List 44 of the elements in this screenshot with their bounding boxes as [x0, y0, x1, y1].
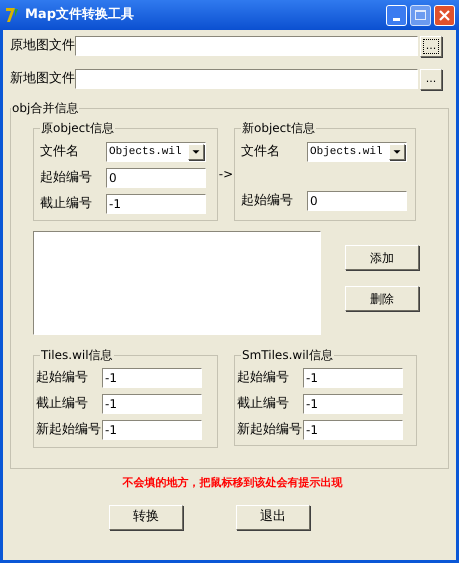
input-field[interactable]: -1 [102, 368, 202, 388]
input-field[interactable]: -1 [102, 420, 202, 440]
field-label: 文件名 [241, 143, 281, 162]
list-action-button[interactable]: 删除 [345, 286, 419, 311]
field-label: 截止编号 [40, 195, 93, 214]
field-label: 新起始编号 [36, 421, 102, 440]
field-label: 新起始编号 [237, 421, 303, 440]
action-button[interactable]: 退出 [236, 504, 310, 530]
field-label: 原地图文件 [10, 37, 75, 56]
field-label: 起始编号 [40, 169, 93, 188]
group-title: 原object信息 [40, 120, 115, 137]
maximize-button[interactable] [410, 4, 431, 26]
close-button[interactable] [434, 4, 455, 26]
group-title: SmTiles.wil信息 [241, 347, 334, 364]
action-button[interactable]: 转换 [109, 504, 183, 530]
field-label: 起始编号 [237, 369, 290, 388]
input-field[interactable]: -1 [106, 194, 206, 214]
group-title: Tiles.wil信息 [40, 347, 114, 364]
file-dropdown[interactable]: Objects.wil [307, 142, 407, 162]
field-label: 起始编号 [36, 369, 89, 388]
file-dropdown[interactable]: Objects.wil [106, 142, 206, 162]
hint-text: 不会填的地方，把鼠标移到该处会有提示出现 [122, 475, 344, 491]
group-title: obj合并信息 [11, 100, 80, 117]
browse-button[interactable]: ... [420, 36, 442, 56]
close-icon [439, 10, 450, 20]
field-label: 截止编号 [237, 395, 290, 414]
list-action-button[interactable]: 添加 [345, 245, 419, 270]
minimize-button[interactable] [386, 4, 407, 26]
browse-button[interactable]: ... [420, 68, 442, 90]
input-field[interactable]: 0 [106, 168, 206, 188]
input-field[interactable]: -1 [303, 420, 403, 440]
arrow-label: -> [218, 166, 234, 183]
field-label: 新地图文件 [10, 70, 75, 88]
input-field[interactable]: -1 [303, 394, 403, 414]
input-field[interactable] [75, 69, 418, 89]
input-field[interactable]: -1 [102, 394, 202, 414]
window-title: Map文件转换工具 [25, 6, 136, 24]
input-field[interactable]: -1 [303, 368, 403, 388]
group-title: 新object信息 [241, 120, 316, 137]
input-field[interactable] [75, 36, 418, 56]
field-label: 起始编号 [241, 192, 294, 210]
input-field[interactable]: 0 [307, 191, 407, 211]
field-label: 文件名 [40, 143, 80, 162]
field-label: 截止编号 [36, 395, 89, 414]
